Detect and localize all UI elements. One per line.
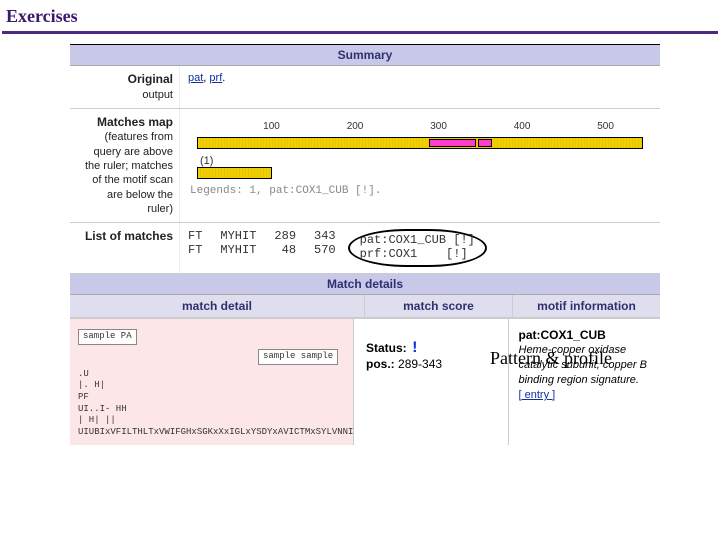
legend-text: Legends: 1, pat:COX1_CUB [!]. (190, 185, 381, 197)
motif-info-cell: pat:COX1_CUB Heme-copper oxidase catalyt… (509, 319, 661, 445)
match-details-columns: match detail match score motif informati… (70, 295, 660, 318)
legend-one: (1) (200, 155, 213, 167)
page-title: Exercises (0, 0, 720, 31)
annotation-pattern-profile: Pattern & profile (490, 348, 612, 369)
feature-segment (478, 139, 492, 147)
status-mark-icon: ! (410, 339, 420, 357)
pos-label: pos.: (366, 357, 395, 371)
label-bold: Original (128, 72, 173, 86)
col-ft: FT FT (188, 229, 202, 267)
link-pat[interactable]: pat (188, 72, 203, 84)
match-score-cell: Status: ! pos.: 289-343 (354, 319, 509, 445)
col-match-detail: match detail (70, 295, 365, 317)
alignment-box-2: sample sample (258, 349, 338, 365)
row-label-list-of-matches: List of matches (70, 223, 180, 273)
seq-line: UI..I- HH (78, 404, 345, 416)
col-motif-info: motif information (513, 295, 660, 317)
results-panel: Summary Original output pat, prf. Matche… (70, 44, 660, 445)
label-rest: output (142, 89, 173, 101)
label-rest: (features from query are above the ruler… (85, 131, 173, 214)
match-track (197, 167, 271, 179)
seq-line: |. H| (78, 380, 345, 392)
label-bold: Matches map (97, 115, 173, 129)
seq-line: .U (78, 369, 345, 381)
label-bold: List of matches (85, 229, 173, 243)
link-prf[interactable]: prf (209, 72, 222, 84)
col-name: MYHIT MYHIT (220, 229, 256, 267)
tick-500: 500 (597, 121, 614, 132)
col-start: 289 48 (274, 229, 296, 267)
match-detail-alignment: sample PA sample sample .U |. H| PF UI..… (70, 319, 354, 445)
tick-400: 400 (514, 121, 531, 132)
row-original-output: Original output pat, prf. (70, 66, 660, 109)
row-label-original-output: Original output (70, 66, 180, 108)
alignment-box-1: sample PA (78, 329, 137, 345)
col-motif-circled: pat:COX1_CUB [!] prf:COX1 [!] (348, 229, 487, 267)
row-label-matches-map: Matches map (features from query are abo… (70, 109, 180, 222)
match-details-heading: Match details (70, 274, 660, 295)
row-body-list-of-matches: FT FT MYHIT MYHIT 289 48 343 570 pat:COX… (180, 223, 660, 273)
row-list-of-matches: List of matches FT FT MYHIT MYHIT 289 48… (70, 223, 660, 274)
pos-value: 289-343 (398, 357, 442, 371)
seq-line: | H| || (78, 415, 345, 427)
matches-table: FT FT MYHIT MYHIT 289 48 343 570 pat:COX… (188, 229, 652, 267)
status-label: Status: (366, 341, 407, 355)
query-track (197, 137, 642, 149)
row-matches-map: Matches map (features from query are abo… (70, 109, 660, 223)
alignment-lines: .U |. H| PF UI..I- HH | H| || UIUBIxVFIL… (78, 369, 345, 439)
header-rule (2, 31, 718, 34)
row-body-matches-map: 100 200 300 400 500 (1) Legends: 1, pat:… (180, 109, 660, 222)
summary-heading: Summary (70, 45, 660, 66)
tick-100: 100 (263, 121, 280, 132)
feature-segment (429, 139, 475, 147)
seq-line: UIUBIxVFILTHLTxVWIFGHxSGKxXxIGLxYSDYxAVI… (78, 427, 345, 439)
tick-200: 200 (347, 121, 364, 132)
tick-300: 300 (430, 121, 447, 132)
entry-link[interactable]: [ entry ] (519, 389, 556, 401)
suffix-dot: . (222, 72, 225, 84)
col-match-score: match score (365, 295, 513, 317)
col-end: 343 570 (314, 229, 336, 267)
motif-id: pat:COX1_CUB (519, 327, 653, 343)
match-detail-body: sample PA sample sample .U |. H| PF UI..… (70, 318, 660, 445)
seq-line: PF (78, 392, 345, 404)
row-body-original-output: pat, prf. (180, 66, 660, 108)
matches-map-graphic: 100 200 300 400 500 (1) Legends: 1, pat:… (188, 115, 652, 205)
